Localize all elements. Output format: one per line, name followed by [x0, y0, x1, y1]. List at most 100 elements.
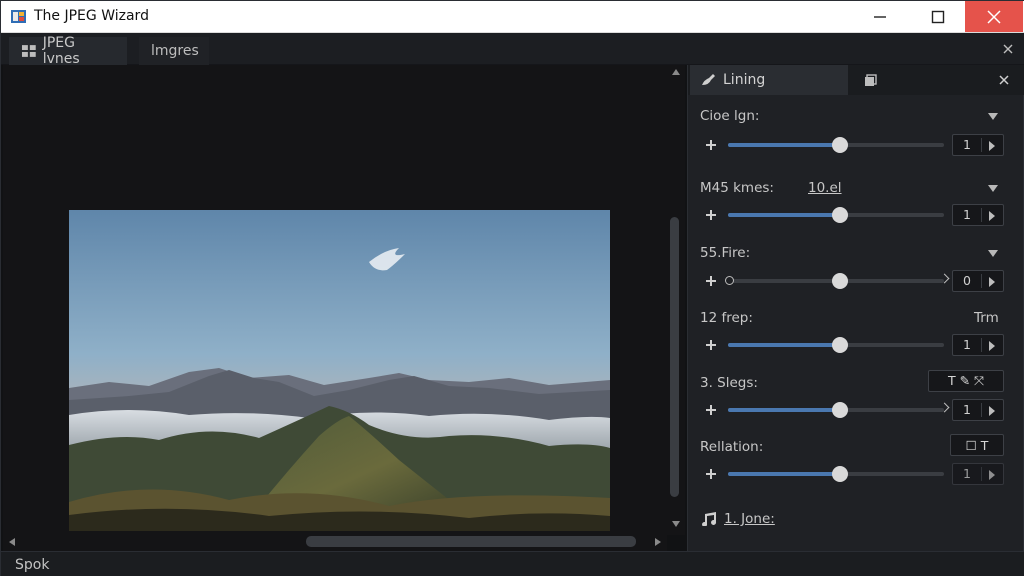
slider-fill: [728, 472, 841, 476]
footer-link[interactable]: 1. Jone:: [700, 511, 775, 527]
slider-track[interactable]: [725, 273, 950, 289]
adjustments-panel: Lining Cioe lgn: 1 M45 kmes: 10.el 1 55.…: [687, 65, 1024, 551]
stepper-value: 1: [963, 337, 971, 352]
tab-layers[interactable]: [850, 65, 890, 95]
chevron-down-icon[interactable]: [988, 113, 998, 120]
edit-tools-group[interactable]: ☐ T: [950, 434, 1004, 456]
section-2-label: M45 kmes:: [700, 180, 774, 196]
value-stepper[interactable]: 1: [952, 204, 1004, 226]
plus-icon[interactable]: [706, 405, 716, 415]
music-icon: [702, 512, 717, 526]
stepper-value: 1: [963, 466, 971, 481]
status-text: Spok: [15, 557, 50, 573]
slider-fill: [728, 213, 841, 217]
slider-knob[interactable]: [832, 137, 849, 153]
stepper-value: 0: [963, 273, 971, 288]
app-window: The JPEG Wizard JPEG lvnes lmgres Lining…: [0, 0, 1024, 576]
slider-knob[interactable]: [832, 402, 849, 418]
slider-track[interactable]: [728, 466, 944, 482]
plus-icon[interactable]: [706, 276, 716, 286]
slider-end-arrow-icon: [939, 273, 950, 284]
tab-label: JPEG lvnes: [42, 35, 80, 67]
stepper-divider: [981, 274, 982, 288]
plus-icon[interactable]: [706, 469, 716, 479]
value-stepper[interactable]: 0: [952, 270, 1004, 292]
scroll-right-icon[interactable]: [655, 538, 661, 546]
plus-icon[interactable]: [706, 140, 716, 150]
title-bar: The JPEG Wizard: [1, 1, 1024, 33]
slider-track[interactable]: [728, 402, 950, 418]
tab-images[interactable]: lmgres: [139, 37, 209, 65]
stepper-divider: [981, 208, 982, 222]
brush-icon: [702, 74, 715, 85]
scroll-down-icon[interactable]: [672, 521, 680, 527]
scroll-up-icon[interactable]: [672, 69, 680, 75]
stepper-increment-icon[interactable]: [989, 141, 995, 151]
stepper-increment-icon[interactable]: [989, 341, 995, 351]
vertical-scroll-thumb[interactable]: [670, 217, 679, 497]
slider-knob[interactable]: [832, 273, 849, 289]
section-3-label: 55.Fire:: [700, 245, 751, 261]
slider-fill: [728, 343, 841, 347]
plus-icon[interactable]: [706, 210, 716, 220]
minimize-button[interactable]: [851, 1, 909, 32]
stepper-divider: [981, 138, 982, 152]
vertical-scrollbar[interactable]: [667, 65, 685, 535]
app-icon: [11, 10, 26, 23]
stepper-increment-icon[interactable]: [989, 277, 995, 287]
text-tools-group[interactable]: T ✎ ⤧: [928, 370, 1004, 392]
stepper-divider: [981, 338, 982, 352]
close-tab-icon[interactable]: [1001, 42, 1015, 56]
value-stepper[interactable]: 1: [952, 463, 1004, 485]
chevron-down-icon[interactable]: [988, 250, 998, 257]
close-button[interactable]: [965, 1, 1023, 32]
slider-fill: [728, 408, 841, 412]
grid-icon: [21, 45, 36, 57]
maximize-button[interactable]: [909, 1, 967, 32]
stepper-increment-icon[interactable]: [989, 211, 995, 221]
tab-label: lmgres: [151, 43, 199, 59]
footer-link-label: 1. Jone:: [724, 511, 775, 527]
slider-fill: [728, 143, 841, 147]
value-stepper[interactable]: 1: [952, 334, 1004, 356]
section-4-mode[interactable]: Trm: [974, 310, 999, 326]
stepper-divider: [981, 403, 982, 417]
tab-lining[interactable]: Lining: [690, 65, 848, 95]
scroll-left-icon[interactable]: [9, 538, 15, 546]
panel-close-icon[interactable]: [998, 74, 1010, 86]
value-stepper[interactable]: 1: [952, 399, 1004, 421]
horizontal-scrollbar[interactable]: [3, 533, 667, 551]
horizontal-scroll-thumb[interactable]: [306, 536, 636, 547]
document-tab-strip: JPEG lvnes lmgres: [1, 33, 1024, 67]
panel-tab-bar: Lining: [688, 65, 1024, 95]
landscape-photo: [69, 210, 610, 531]
tab-jpeg-lines[interactable]: JPEG lvnes: [9, 35, 127, 67]
slider-knob[interactable]: [832, 466, 849, 482]
window-title: The JPEG Wizard: [34, 8, 149, 24]
slider-end-arrow-icon: [939, 402, 950, 413]
minimize-icon: [874, 15, 886, 18]
section-6-label: Rellation:: [700, 439, 764, 455]
slider-start-marker: [725, 276, 734, 285]
section-1-label: Cioe lgn:: [700, 108, 760, 124]
value-stepper[interactable]: 1: [952, 134, 1004, 156]
stepper-value: 1: [963, 207, 971, 222]
slider-knob[interactable]: [832, 337, 849, 353]
plus-icon[interactable]: [706, 340, 716, 350]
stepper-value: 1: [963, 137, 971, 152]
slider-track[interactable]: [728, 337, 944, 353]
close-icon: [987, 9, 1001, 24]
status-bar: Spok: [1, 551, 1024, 576]
slider-track[interactable]: [728, 137, 944, 153]
stepper-value: 1: [963, 402, 971, 417]
layers-icon: [864, 73, 877, 86]
slider-knob[interactable]: [832, 207, 849, 223]
stepper-increment-icon[interactable]: [989, 406, 995, 416]
section-5-label: 3. Slegs:: [700, 375, 758, 391]
stepper-increment-icon[interactable]: [989, 470, 995, 480]
image-canvas[interactable]: [3, 65, 667, 533]
section-4-label: 12 frep:: [700, 310, 753, 326]
slider-track[interactable]: [728, 207, 944, 223]
chevron-down-icon[interactable]: [988, 185, 998, 192]
section-2-sublabel[interactable]: 10.el: [808, 180, 842, 196]
